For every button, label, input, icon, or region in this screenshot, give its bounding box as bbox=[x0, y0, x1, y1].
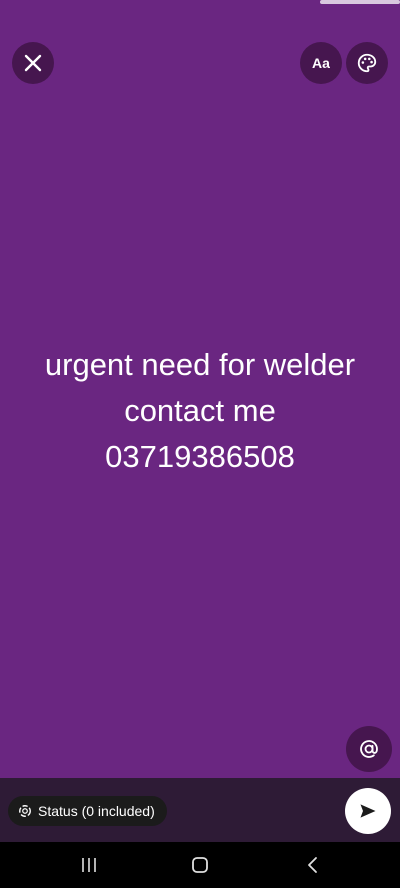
status-text[interactable]: urgent need for welder contact me 037193… bbox=[0, 342, 400, 480]
status-text-line-3: 03719386508 bbox=[105, 439, 295, 474]
palette-icon bbox=[357, 53, 377, 73]
status-text-line-1: urgent need for welder bbox=[44, 347, 356, 382]
top-indicator bbox=[320, 0, 400, 4]
recent-apps-icon bbox=[82, 858, 96, 872]
status-composer-screen: Aa urgent need for welder contact me 037… bbox=[0, 0, 400, 888]
back-button[interactable] bbox=[283, 842, 343, 888]
status-canvas[interactable]: Aa urgent need for welder contact me 037… bbox=[0, 0, 400, 778]
status-audience-button[interactable]: Status (0 included) bbox=[8, 796, 167, 826]
back-icon bbox=[308, 857, 317, 873]
status-text-line-2: contact me bbox=[124, 393, 276, 428]
font-style-button[interactable]: Aa bbox=[300, 42, 342, 84]
home-icon bbox=[192, 857, 208, 873]
at-sign-icon bbox=[360, 740, 378, 758]
bottom-bar: Status (0 included) bbox=[0, 778, 400, 842]
close-icon bbox=[24, 54, 42, 72]
close-button[interactable] bbox=[12, 42, 54, 84]
recent-apps-button[interactable] bbox=[59, 842, 119, 888]
send-icon bbox=[360, 804, 376, 818]
status-audience-label: Status (0 included) bbox=[38, 803, 155, 819]
send-button[interactable] bbox=[345, 788, 391, 834]
home-button[interactable] bbox=[170, 842, 230, 888]
status-icon bbox=[19, 805, 31, 817]
color-palette-button[interactable] bbox=[346, 42, 388, 84]
mention-button[interactable] bbox=[346, 726, 392, 772]
system-navigation-bar bbox=[0, 842, 400, 888]
font-style-label: Aa bbox=[312, 55, 330, 71]
